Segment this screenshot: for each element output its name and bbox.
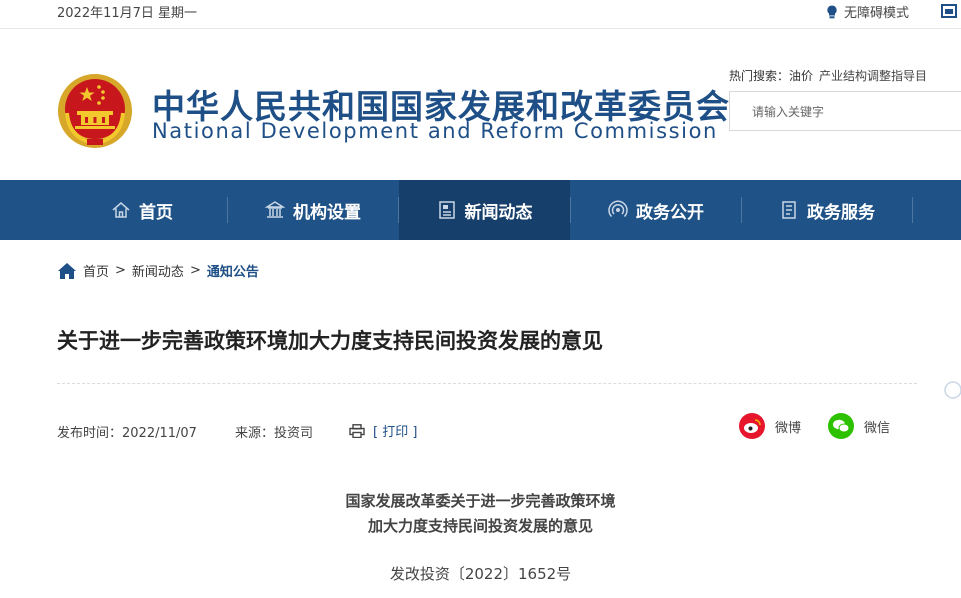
nav-item-gov-services[interactable]: 政务服务 xyxy=(742,180,912,240)
nav-item-label: 新闻动态 xyxy=(464,202,533,223)
share-weibo[interactable]: 微博 xyxy=(739,413,801,439)
nav-item-gov-affairs-public[interactable]: 政务公开 xyxy=(571,180,741,240)
lightbulb-icon xyxy=(827,4,837,18)
doc-title-line1: 国家发展改革委关于进一步完善政策环境 xyxy=(345,492,616,510)
print-button[interactable]: [ 打印 ] xyxy=(349,421,417,440)
nav-item-organization[interactable]: 机构设置 xyxy=(228,180,398,240)
broadcast-icon xyxy=(608,200,628,218)
document-number: 发改投资〔2022〕1652号 xyxy=(389,565,572,583)
wechat-icon xyxy=(828,413,854,439)
nav-item-label: 政务服务 xyxy=(807,202,875,223)
printer-icon xyxy=(349,423,365,438)
document-icon xyxy=(782,201,796,219)
clock-icon[interactable] xyxy=(943,380,961,400)
print-label: [ 打印 ] xyxy=(373,425,418,440)
search-input[interactable] xyxy=(750,92,954,132)
national-emblem-logo[interactable] xyxy=(57,73,133,149)
main-nav: 首页 机构设置 新闻动态 政务公开 政务服务 xyxy=(0,180,961,399)
breadcrumb-home[interactable]: 首页 xyxy=(83,261,109,280)
share-weibo-label: 微博 xyxy=(775,420,802,436)
current-date: 2022年11月7日 星期一 xyxy=(57,6,198,21)
nav-item-label: 机构设置 xyxy=(293,202,361,223)
hot-search: 热门搜索：油价 产业结构调整指导目 xyxy=(729,67,927,84)
hot-keyword[interactable]: 油价 xyxy=(789,69,813,83)
share-wechat-label: 微信 xyxy=(864,420,891,436)
breadcrumb-separator: > xyxy=(189,263,201,278)
accessibility-mode-link[interactable]: 无障碍模式 xyxy=(826,2,909,21)
newspaper-icon xyxy=(438,201,455,219)
home-icon xyxy=(112,202,130,218)
top-bar: 2022年11月7日 星期一 无障碍模式 xyxy=(0,0,961,29)
nav-divider xyxy=(912,197,913,223)
breadcrumb-news[interactable]: 新闻动态 xyxy=(132,261,184,280)
hot-search-label: 热门搜索： xyxy=(729,69,790,83)
nav-item-label: 首页 xyxy=(139,202,173,223)
breadcrumb: 首页 > 新闻动态 > 通知公告 xyxy=(57,261,259,280)
site-title-en: National Development and Reform Commissi… xyxy=(152,119,718,143)
building-icon xyxy=(265,201,285,218)
article-title: 关于进一步完善政策环境加大力度支持民间投资发展的意见 xyxy=(57,329,603,353)
publish-time: 发布时间：2022/11/07 xyxy=(57,426,197,441)
home-icon[interactable] xyxy=(57,262,77,280)
hot-keyword[interactable]: 产业结构调整指导目 xyxy=(819,69,927,83)
weibo-icon xyxy=(739,413,765,439)
nav-item-home[interactable]: 首页 xyxy=(57,180,227,240)
article-source: 来源：投资司 xyxy=(235,426,314,441)
site-header: 中华人民共和国国家发展和改革委员会 National Development a… xyxy=(0,29,961,180)
share-wechat[interactable]: 微信 xyxy=(828,413,890,439)
nav-item-label: 政务公开 xyxy=(636,202,704,223)
breadcrumb-separator: > xyxy=(115,263,126,278)
search-box xyxy=(729,91,961,132)
title-divider xyxy=(57,383,917,384)
accessibility-mode-label: 无障碍模式 xyxy=(844,6,910,21)
nav-item-news[interactable]: 新闻动态 xyxy=(399,180,570,240)
doc-title-line2: 加大力度支持民间投资发展的意见 xyxy=(367,517,593,535)
mail-icon[interactable] xyxy=(941,4,957,18)
breadcrumb-current[interactable]: 通知公告 xyxy=(207,261,259,280)
